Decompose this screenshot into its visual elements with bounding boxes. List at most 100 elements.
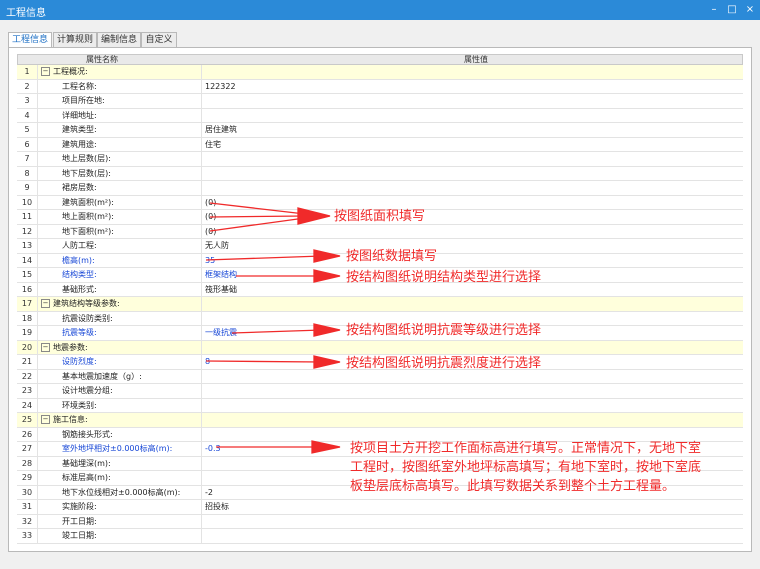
row-name-label: 人防工程: (62, 241, 97, 250)
row-name-label: 标准层高(m): (62, 473, 111, 482)
row-number: 21 (17, 355, 38, 369)
tab-compile-info[interactable]: 编制信息 (97, 32, 141, 47)
table-row[interactable]: 33 竣工日期: (17, 529, 743, 544)
table-row[interactable]: 8 地下层数(层): (17, 166, 743, 181)
row-number: 26 (17, 427, 38, 442)
row-value-cell[interactable]: 住宅 (203, 138, 743, 152)
row-name-label: 竣工日期: (62, 531, 97, 540)
table-row[interactable]: 12 地下面积(m²): (0) (17, 224, 743, 239)
table-row[interactable]: 5 建筑类型: 居住建筑 (17, 123, 743, 138)
row-number: 10 (17, 195, 38, 210)
row-name-cell: 建筑类型: (38, 123, 202, 137)
row-number: 5 (17, 123, 38, 137)
row-number: 20 (17, 340, 38, 355)
row-name-cell: 环境类别: (38, 398, 202, 413)
table-row[interactable]: 7 地上层数(层): (17, 152, 743, 167)
row-value-cell[interactable] (203, 399, 743, 413)
table-row[interactable]: 24 环境类别: (17, 398, 743, 413)
table-row[interactable]: 9 裙房层数: (17, 181, 743, 196)
note-area: 按图纸面积填写 (334, 209, 426, 224)
row-name-label: 建筑类型: (62, 125, 97, 134)
group-row[interactable]: 25− 施工信息: (17, 413, 743, 428)
row-number: 17 (17, 297, 38, 311)
row-name-label: 地上面积(m²): (62, 212, 114, 221)
row-value-cell[interactable]: 122322 (203, 80, 743, 94)
tab-project-info[interactable]: 工程信息 (8, 32, 52, 48)
row-number: 29 (17, 471, 38, 485)
collapse-toggle-icon[interactable]: − (41, 415, 50, 424)
row-value-cell[interactable] (203, 529, 743, 543)
row-name-cell: 实施阶段: (38, 500, 202, 514)
minimize-button[interactable]: – (706, 2, 722, 18)
row-name-label: 工程概况: (53, 67, 88, 76)
collapse-toggle-icon[interactable]: − (41, 67, 50, 76)
group-row[interactable]: 20− 地震参数: (17, 340, 743, 355)
row-value-cell[interactable]: 35 (203, 254, 743, 268)
maximize-button[interactable]: □ (724, 2, 740, 18)
row-name-cell: 标准层高(m): (38, 471, 202, 485)
row-name-cell: 檐高(m): (38, 253, 202, 268)
row-value-cell[interactable] (203, 167, 743, 181)
row-value-cell[interactable]: 无人防 (203, 239, 743, 253)
row-name-cell: 基础形式: (38, 282, 202, 297)
table-row[interactable]: 23 设计地震分组: (17, 384, 743, 399)
row-value-cell[interactable]: 居住建筑 (203, 123, 743, 137)
note-elevation-line3: 板垫层底标高填写。此填写数据关系到整个土方工程量。 (350, 479, 676, 494)
close-button[interactable]: × (742, 2, 758, 18)
table-row[interactable]: 3 项目所在地: (17, 94, 743, 109)
row-name-label: 裙房层数: (62, 183, 97, 192)
row-name-cell: 建筑用途: (38, 137, 202, 152)
row-value-cell[interactable] (203, 181, 743, 195)
table-row[interactable]: 6 建筑用途: 住宅 (17, 137, 743, 152)
row-value-cell[interactable] (203, 109, 743, 123)
window-title: 工程信息 (6, 8, 46, 19)
row-value-cell[interactable]: (0) (203, 225, 743, 239)
row-name-label: 地下面积(m²): (62, 226, 114, 236)
row-value-cell[interactable] (203, 515, 743, 529)
row-number: 33 (17, 529, 38, 543)
row-value-cell[interactable] (203, 65, 743, 79)
row-name-label: 檐高(m): (62, 255, 95, 265)
tab-calc-rules[interactable]: 计算规则 (53, 32, 97, 47)
row-number: 7 (17, 152, 38, 166)
row-value-cell[interactable] (203, 384, 743, 398)
row-name-label: 工程名称: (62, 81, 97, 91)
group-row[interactable]: 1− 工程概况: (17, 65, 743, 80)
collapse-toggle-icon[interactable]: − (41, 299, 50, 308)
row-value-cell[interactable] (203, 341, 743, 355)
note-elevation-line1: 按项目土方开挖工作面标高进行填写。正常情况下，无地下室 (350, 441, 702, 456)
row-value-cell[interactable] (203, 297, 743, 311)
row-name-label: 建筑结构等级参数: (53, 299, 120, 308)
row-number: 31 (17, 500, 38, 514)
row-value-cell[interactable]: 招投标 (203, 500, 743, 514)
row-name-cell: 抗震等级: (38, 326, 202, 340)
row-name-cell: − 施工信息: (38, 413, 202, 427)
row-number: 30 (17, 485, 38, 500)
table-row[interactable]: 2 工程名称: 122322 (17, 79, 743, 94)
row-value-cell[interactable] (203, 94, 743, 108)
table-row[interactable]: 32 开工日期: (17, 514, 743, 529)
row-name-label: 基础形式: (62, 284, 97, 294)
row-number: 28 (17, 456, 38, 471)
row-value-cell[interactable]: (0) (203, 196, 743, 210)
tab-custom[interactable]: 自定义 (141, 32, 177, 47)
table-row[interactable]: 31 实施阶段: 招投标 (17, 500, 743, 515)
row-value-cell[interactable] (203, 152, 743, 166)
row-name-cell: 地下水位线相对±0.000标高(m): (38, 485, 202, 500)
row-name-cell: 开工日期: (38, 514, 202, 529)
row-name-label: 基础埋深(m): (62, 458, 111, 468)
row-value-cell[interactable]: (0) (203, 210, 743, 224)
row-number: 2 (17, 79, 38, 94)
note-structure: 按结构图纸说明结构类型进行选择 (346, 270, 542, 285)
group-row[interactable]: 17− 建筑结构等级参数: (17, 297, 743, 312)
table-row[interactable]: 4 详细地址: (17, 108, 743, 123)
row-value-cell[interactable] (203, 413, 743, 427)
row-name-label: 实施阶段: (62, 502, 97, 511)
row-number: 4 (17, 108, 38, 123)
row-number: 9 (17, 181, 38, 195)
collapse-toggle-icon[interactable]: − (41, 342, 50, 352)
row-name-cell: 建筑面积(m²): (38, 195, 202, 210)
row-name-cell: 项目所在地: (38, 94, 202, 108)
row-name-label: 室外地坪相对±0.000标高(m): (62, 444, 173, 453)
row-number: 13 (17, 239, 38, 253)
